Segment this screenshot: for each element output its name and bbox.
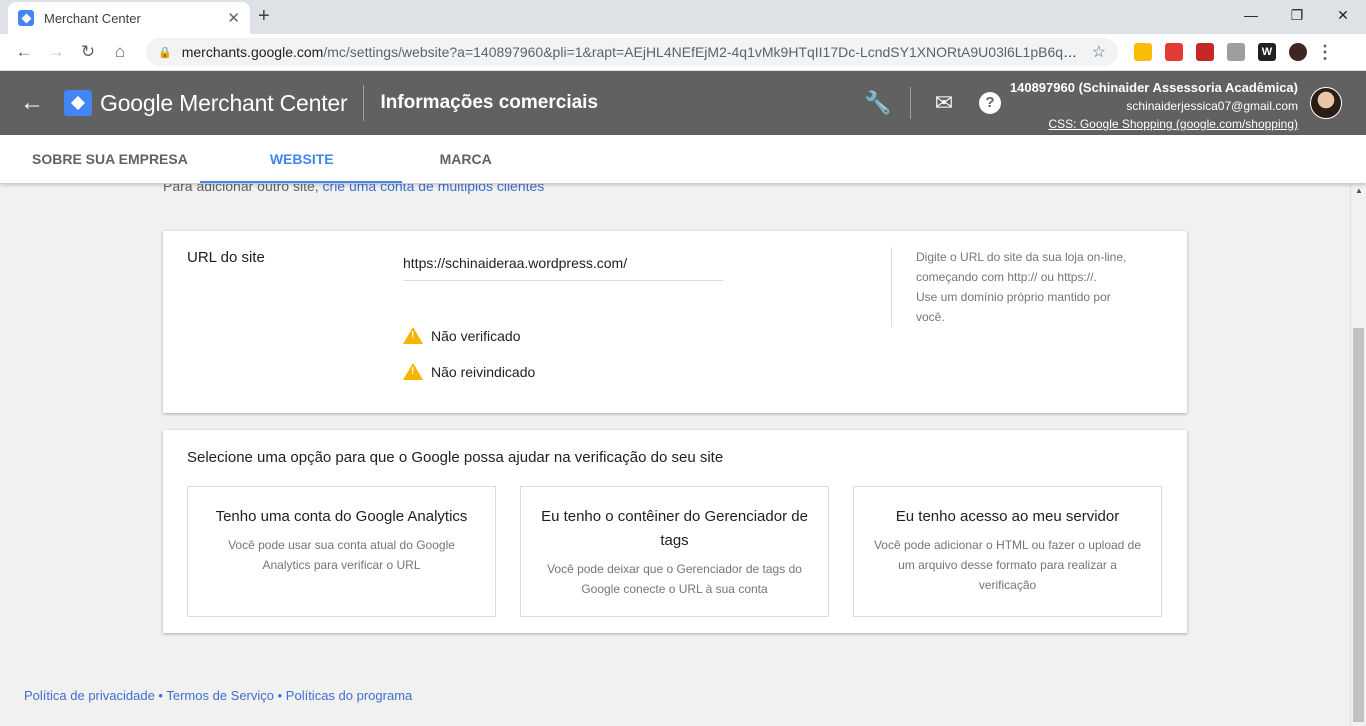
tab-sobre-sua-empresa[interactable]: SOBRE SUA EMPRESA [0,135,220,183]
app-header: ← Google Merchant Center Informações com… [0,71,1366,135]
option-title: Tenho uma conta do Google Analytics [215,508,468,525]
extension-pocket-icon[interactable] [1165,43,1183,61]
website-url-card: URL do site https://schinaideraa.wordpre… [163,231,1187,413]
add-site-prefix: Para adicionar outro site, [163,184,323,194]
tab-website[interactable]: WEBSITE [199,135,402,183]
option-google-analytics[interactable]: Tenho uma conta do Google Analytics Você… [187,486,496,617]
home-icon[interactable]: ⌂ [104,42,136,62]
merchant-center-logo[interactable]: Google Merchant Center [64,89,348,117]
scroll-up-icon[interactable]: ▲ [1355,186,1363,195]
url-hint: Digite o URL do site da sua loja on-line… [891,247,1171,327]
page-title: Informações comerciais [380,92,599,113]
merchant-center-favicon-icon [18,10,34,26]
extension-shield-icon[interactable] [1196,43,1214,61]
hint-line: começando com http:// ou https://. [916,270,1097,284]
mail-icon[interactable]: ✉ [931,90,957,116]
extension-photo-icon[interactable] [1134,43,1152,61]
tab-title: Merchant Center [44,10,141,26]
hint-line: Use um domínio próprio mantido por [916,290,1111,304]
url-label: URL do site [187,249,265,266]
bookmark-star-icon[interactable]: ☆ [1092,42,1106,62]
option-tag-manager[interactable]: Eu tenho o contêiner do Gerenciador de t… [520,486,829,617]
brand-name: Google Merchant Center [100,89,348,116]
warning-icon: ! [403,327,423,344]
website-url-field[interactable]: https://schinaideraa.wordpress.com/ [403,255,723,281]
window-controls: — ❐ ✕ [1228,0,1366,30]
scrollbar-thumb[interactable] [1353,328,1364,722]
restore-icon[interactable]: ❐ [1274,0,1320,30]
option-description: Você pode deixar que o Gerenciador de ta… [547,562,802,596]
back-arrow-icon[interactable]: ← [0,89,64,117]
footer-bullet: • [274,688,286,703]
header-divider [363,85,365,121]
css-link[interactable]: CSS: Google Shopping (google.com/shoppin… [1010,115,1299,133]
minimize-icon[interactable]: — [1228,0,1274,30]
url-text: merchants.google.com/mc/settings/website… [182,44,1084,60]
browser-toolbar: ← → ↻ ⌂ 🔒 merchants.google.com/mc/settin… [0,34,1366,71]
extension-w-icon[interactable]: W [1258,43,1276,61]
more-menu-icon[interactable]: ⋮ [1316,42,1334,62]
address-bar[interactable]: 🔒 merchants.google.com/mc/settings/websi… [146,38,1118,66]
browser-tabbar: Merchant Center ✕ + — ❐ ✕ [0,0,1366,34]
extension-drive-icon[interactable] [1227,43,1245,61]
browser-tab[interactable]: Merchant Center ✕ [8,2,250,34]
option-title: Eu tenho o contêiner do Gerenciador de t… [541,508,808,549]
status-unverified: ! Não verificado [403,327,521,344]
account-email: schinaiderjessica07@gmail.com [1126,99,1298,113]
lock-icon[interactable]: 🔒 [158,46,172,59]
avatar[interactable] [1310,87,1342,119]
close-tab-icon[interactable]: ✕ [227,9,240,27]
warning-icon: ! [403,363,423,380]
hint-line: Digite o URL do site da sua loja on-line… [916,250,1127,264]
option-title: Eu tenho acesso ao meu servidor [895,508,1120,525]
wrench-icon[interactable]: 🔧 [864,90,891,116]
status-unclaimed-text: Não reivindicado [431,363,536,380]
footer-bullet: • [154,688,167,703]
window-close-icon[interactable]: ✕ [1320,0,1366,30]
privacy-link[interactable]: Política de privacidade [24,688,155,703]
url-path: /mc/settings/website?a=140897960&pli=1&r… [323,44,1084,60]
program-policies-link[interactable]: Políticas do programa [286,688,412,703]
extensions: W ⋮ [1134,42,1334,62]
status-unclaimed: ! Não reivindicado [403,363,535,380]
header-icons: 🔧 ✉ ? [864,71,1001,135]
hint-line: você. [916,310,945,324]
main-content: Para adicionar outro site, crie uma cont… [0,184,1350,726]
add-site-text: Para adicionar outro site, crie uma cont… [163,184,544,194]
vertical-scrollbar[interactable]: ▲ [1350,184,1366,726]
verification-card: Selecione uma opção para que o Google po… [163,430,1187,633]
new-tab-icon[interactable]: + [258,5,270,28]
verification-title: Selecione uma opção para que o Google po… [187,449,724,466]
option-description: Você pode adicionar o HTML ou fazer o up… [873,538,1142,592]
back-icon[interactable]: ← [8,42,40,62]
forward-icon[interactable]: → [40,42,72,62]
terms-link[interactable]: Termos de Serviço [166,688,274,703]
reload-icon[interactable]: ↻ [72,42,104,62]
footer-links: Política de privacidade • Termos de Serv… [24,688,412,703]
option-description: Você pode usar sua conta atual do Google… [228,538,455,572]
profile-icon[interactable] [1289,43,1307,61]
tab-marca[interactable]: MARCA [384,135,548,183]
account-name: 140897960 (Schinaider Assessoria Acadêmi… [1009,80,1298,95]
help-icon[interactable]: ? [979,92,1001,114]
merchant-tag-icon [64,90,92,116]
multi-client-link[interactable]: crie uma conta de múltiplos clientes [323,184,545,194]
account-info[interactable]: 140897960 (Schinaider Assessoria Acadêmi… [1010,79,1298,133]
status-unverified-text: Não verificado [431,327,521,344]
url-host: merchants.google.com [181,44,324,60]
option-server-access[interactable]: Eu tenho acesso ao meu servidor Você pod… [853,486,1162,617]
settings-tabs: SOBRE SUA EMPRESA WEBSITE MARCA [0,135,1366,183]
header-icon-divider [910,87,911,119]
